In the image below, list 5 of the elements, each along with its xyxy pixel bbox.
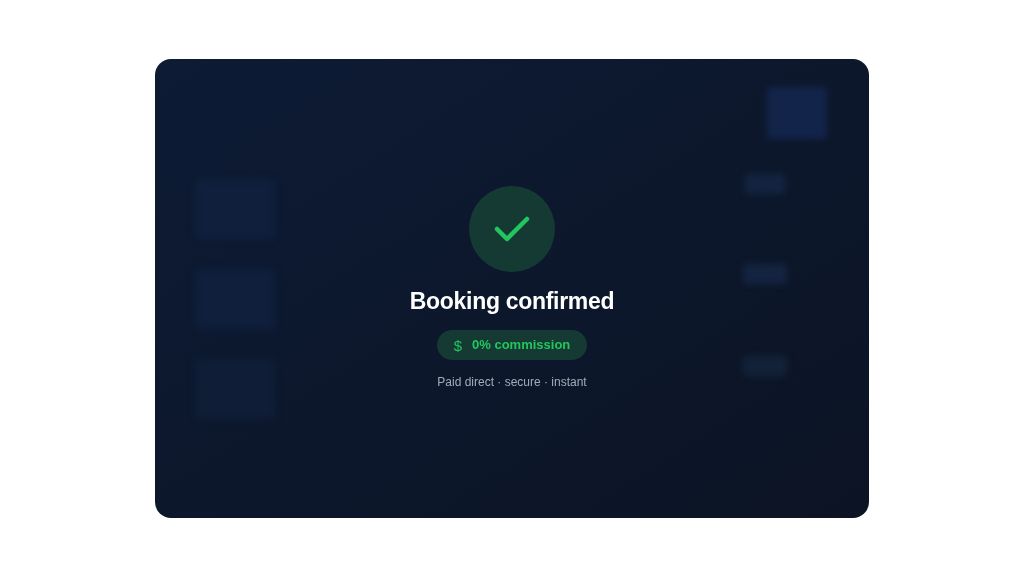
checkmark-icon (494, 215, 530, 243)
dialog-subtitle: Paid direct · secure · instant (437, 374, 587, 390)
dollar-icon: $ (453, 337, 463, 353)
commission-label: 0% commission (472, 336, 571, 355)
dialog-title: Booking confirmed (409, 287, 615, 316)
